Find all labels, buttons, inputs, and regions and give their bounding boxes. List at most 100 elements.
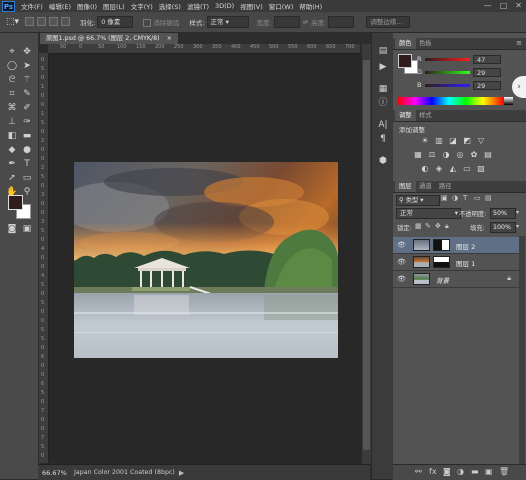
posterize-icon[interactable]: ◈ bbox=[434, 164, 444, 173]
menu-file[interactable]: 文件(F) bbox=[21, 1, 43, 11]
marquee-preset-icon[interactable]: ⬚▾ bbox=[6, 17, 19, 27]
antialias-checkbox[interactable]: 消除锯齿 bbox=[143, 17, 179, 27]
add-mask-icon[interactable]: ◙ bbox=[443, 467, 451, 476]
eyedropper-tool-icon[interactable]: ✎ bbox=[20, 88, 34, 101]
red-value[interactable]: 47 bbox=[473, 55, 501, 64]
layer-style-icon[interactable]: fx bbox=[429, 467, 437, 476]
shape-tool-icon[interactable]: ▭ bbox=[20, 172, 34, 185]
lock-paint-icon[interactable]: ✎ bbox=[425, 222, 431, 230]
document-tab-close-icon[interactable]: × bbox=[167, 35, 172, 42]
marquee-tool-icon[interactable]: ◯ bbox=[5, 60, 19, 73]
color-fg-swatch[interactable] bbox=[398, 54, 412, 68]
link-layers-icon[interactable]: ⚯ bbox=[415, 467, 422, 476]
new-layer-icon[interactable]: ▣ bbox=[485, 467, 493, 476]
move-arrow-icon[interactable]: ✥ bbox=[20, 46, 34, 59]
path-select-icon[interactable]: ➤ bbox=[20, 60, 34, 73]
tab-adjustments[interactable]: 调整 bbox=[395, 110, 416, 121]
dodge-tool-icon[interactable]: ● bbox=[20, 144, 34, 157]
layer-name[interactable]: 背景 bbox=[436, 275, 449, 285]
filter-shape-icon[interactable]: ▭ bbox=[474, 194, 481, 202]
blend-mode-select[interactable]: 正常 ▾ bbox=[396, 208, 461, 219]
exposure-adjust-icon[interactable]: ◩ bbox=[462, 136, 472, 145]
height-input[interactable] bbox=[328, 16, 355, 28]
menu-window[interactable]: 窗口(W) bbox=[269, 1, 294, 11]
tab-paths[interactable]: 路径 bbox=[435, 181, 456, 192]
menu-view[interactable]: 视图(V) bbox=[240, 1, 263, 11]
eraser-tool-icon[interactable]: ◧ bbox=[5, 130, 19, 143]
layers-scrollbar[interactable] bbox=[519, 236, 525, 464]
3d-panel-icon[interactable]: ⬢ bbox=[376, 155, 390, 167]
menu-3d[interactable]: 3D(D) bbox=[215, 2, 234, 10]
green-value[interactable]: 29 bbox=[473, 68, 501, 77]
info-panel-icon[interactable]: ⓘ bbox=[376, 97, 390, 109]
quick-mask-icon[interactable]: ◙ bbox=[5, 223, 19, 236]
tab-channels[interactable]: 通道 bbox=[415, 181, 436, 192]
tab-styles[interactable]: 样式 bbox=[415, 110, 436, 121]
menu-select[interactable]: 选择(S) bbox=[159, 1, 181, 11]
visibility-eye-icon[interactable]: 👁︎ bbox=[397, 275, 406, 283]
lock-all-icon[interactable]: 🔒︎ bbox=[445, 222, 449, 231]
menu-image[interactable]: 图像(I) bbox=[77, 1, 97, 11]
red-slider[interactable] bbox=[425, 58, 470, 61]
swap-dimensions-icon[interactable]: ⇄ bbox=[303, 18, 308, 26]
filter-type-icon[interactable]: T bbox=[463, 194, 467, 202]
layer-name[interactable]: 图层 2 bbox=[456, 241, 475, 251]
selection-mode-subtract-icon[interactable] bbox=[49, 16, 59, 28]
type-tool-icon[interactable]: T bbox=[20, 158, 34, 171]
history-brush-icon[interactable]: ✑ bbox=[20, 116, 34, 129]
lasso-tool-icon[interactable]: ᘓ bbox=[5, 74, 19, 87]
color-lookup-icon[interactable]: ▤ bbox=[483, 150, 493, 159]
menu-help[interactable]: 帮助(H) bbox=[299, 1, 322, 11]
document-tab[interactable]: 原图1.psd @ 66.7% (图层 2, CMYK/8) × bbox=[40, 33, 178, 44]
layer-row[interactable]: 👁︎ 图层 1 bbox=[393, 254, 519, 271]
character-panel-icon[interactable]: A| bbox=[376, 119, 390, 131]
filter-pixel-icon[interactable]: ▣ bbox=[441, 194, 448, 202]
menu-edit[interactable]: 编辑(E) bbox=[49, 1, 71, 11]
new-adjustment-icon[interactable]: ◑ bbox=[457, 467, 464, 476]
paragraph-panel-icon[interactable]: ¶ bbox=[376, 133, 390, 145]
tab-layers[interactable]: 图层 bbox=[395, 181, 416, 192]
opacity-dropdown-icon[interactable]: ▾ bbox=[516, 209, 519, 216]
magic-wand-icon[interactable]: ⚚ bbox=[20, 74, 34, 87]
hue-adjust-icon[interactable]: ▦ bbox=[413, 150, 423, 159]
layer-filter-select[interactable]: ⚲ 类型 ▾ bbox=[396, 195, 440, 206]
blur-tool-icon[interactable]: ◆ bbox=[5, 144, 19, 157]
opacity-input[interactable]: 50% bbox=[490, 208, 516, 219]
color-spectrum-bar[interactable] bbox=[398, 97, 504, 105]
threshold-icon[interactable]: ◭ bbox=[448, 164, 458, 173]
actions-panel-icon[interactable]: ▶ bbox=[376, 61, 390, 73]
canvas-scrollbar-thumb[interactable] bbox=[363, 60, 370, 450]
levels-adjust-icon[interactable]: ▥ bbox=[434, 136, 444, 145]
delete-layer-icon[interactable]: 🗑︎ bbox=[499, 467, 509, 476]
feather-input[interactable]: 0 像素 bbox=[97, 16, 134, 28]
gradient-map-icon[interactable]: ▭ bbox=[462, 164, 472, 173]
photo-filter-icon[interactable]: ◎ bbox=[455, 150, 465, 159]
blue-value[interactable]: 29 bbox=[473, 81, 501, 90]
screen-mode-icon[interactable]: ▣ bbox=[20, 223, 34, 236]
black-white-icon[interactable]: ◑ bbox=[441, 150, 451, 159]
green-slider[interactable] bbox=[425, 71, 470, 74]
path-tool-icon[interactable]: ➚ bbox=[5, 172, 19, 185]
visibility-eye-icon[interactable]: 👁︎ bbox=[397, 241, 406, 249]
lock-pixels-icon[interactable]: ▦ bbox=[415, 222, 422, 230]
layer-mask-thumbnail[interactable] bbox=[433, 239, 450, 251]
panel-menu-icon[interactable]: ≡ bbox=[516, 39, 522, 47]
layer-row[interactable]: 👁︎ 背景 🔒︎ bbox=[393, 271, 519, 288]
fill-dropdown-icon[interactable]: ▾ bbox=[516, 223, 519, 230]
lock-position-icon[interactable]: ✥ bbox=[435, 222, 441, 230]
blue-slider[interactable] bbox=[425, 84, 470, 87]
filter-adjust-icon[interactable]: ◑ bbox=[452, 194, 458, 202]
document-info[interactable]: Japan Color 2001 Coated (8bpc) bbox=[74, 469, 175, 476]
tab-color[interactable]: 颜色 bbox=[395, 38, 416, 49]
menu-layer[interactable]: 图层(L) bbox=[103, 1, 125, 11]
filter-smart-icon[interactable]: ▤ bbox=[485, 194, 492, 202]
style-select[interactable]: 正常 ▾ bbox=[206, 16, 249, 28]
color-balance-icon[interactable]: ⚖ bbox=[427, 150, 437, 159]
healing-tool-icon[interactable]: ⌘ bbox=[5, 102, 19, 115]
brightness-adjust-icon[interactable]: ☀ bbox=[420, 136, 430, 145]
width-input[interactable] bbox=[273, 16, 300, 28]
minimize-button[interactable]: — bbox=[484, 1, 492, 10]
tab-swatches[interactable]: 色板 bbox=[415, 38, 436, 49]
menu-type[interactable]: 文字(Y) bbox=[131, 1, 153, 11]
menu-filter[interactable]: 滤镜(T) bbox=[187, 1, 209, 11]
